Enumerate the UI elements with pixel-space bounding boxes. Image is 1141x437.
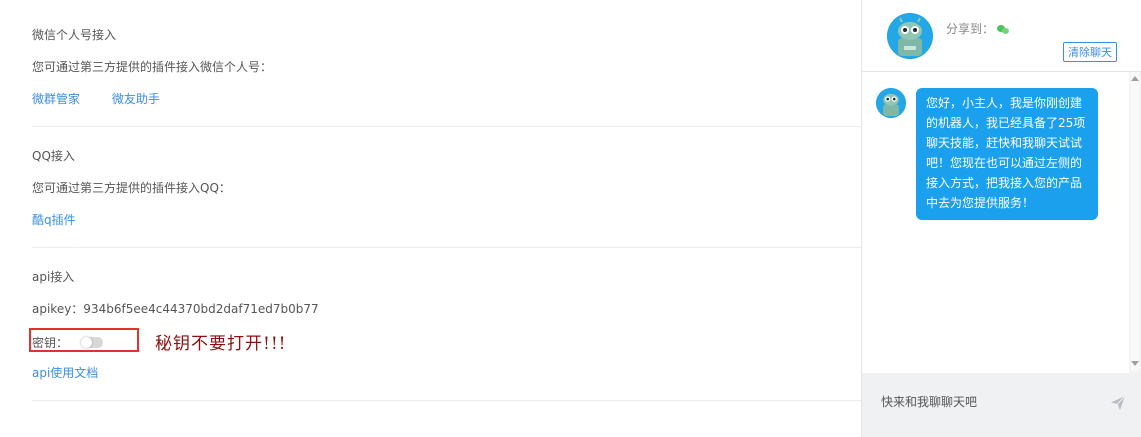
chat-input[interactable] xyxy=(881,395,1101,409)
chat-input-area xyxy=(862,373,1141,437)
bot-avatar-icon xyxy=(876,88,906,118)
api-doc-row: api使用文档 xyxy=(32,364,861,381)
qq-links: 酷q插件 xyxy=(32,211,861,228)
chat-scrollbar[interactable] xyxy=(1129,72,1141,373)
apikey-value: apikey：934b6f5ee4c44370bd2daf71ed7b0b77 xyxy=(32,302,319,316)
divider xyxy=(32,247,861,248)
chat-panel: 分享到： 清除聊天 您好，小主人，我是你刚创建的机器人，我已经具备了25项聊天技… xyxy=(861,0,1141,437)
scroll-down-icon[interactable] xyxy=(1131,361,1139,366)
annotation-warning-text: 秘钥不要打开!!! xyxy=(155,334,287,354)
wechat-links: 微群管家 微友助手 xyxy=(32,90,861,107)
scrollbar-thumb[interactable] xyxy=(1131,72,1139,370)
wechat-desc-row: 您可通过第三方提供的插件接入微信个人号： xyxy=(32,58,861,75)
share-label: 分享到： xyxy=(946,22,995,36)
message-list: 您好，小主人，我是你刚创建的机器人，我已经具备了25项聊天技能，赶快和我聊天试试… xyxy=(862,72,1141,373)
robot-avatar-icon xyxy=(887,13,933,59)
qq-section-title: QQ接入 xyxy=(32,149,75,163)
integration-panel: 微信个人号接入 您可通过第三方提供的插件接入微信个人号： 微群管家 微友助手 Q… xyxy=(0,0,861,437)
send-icon[interactable] xyxy=(1109,394,1127,412)
qq-desc-row: 您可通过第三方提供的插件接入QQ： xyxy=(32,179,861,196)
kuq-plugin-link[interactable]: 酷q插件 xyxy=(32,213,76,227)
bot-message-bubble: 您好，小主人，我是你刚创建的机器人，我已经具备了25项聊天技能，赶快和我聊天试试… xyxy=(916,88,1098,220)
weiqun-guanjia-link[interactable]: 微群管家 xyxy=(32,92,80,106)
scroll-up-icon[interactable] xyxy=(1131,76,1139,81)
api-section: api接入 xyxy=(32,268,861,285)
clear-chat-button[interactable]: 清除聊天 xyxy=(1063,42,1117,62)
chat-header: 分享到： 清除聊天 xyxy=(862,0,1141,72)
apikey-row: apikey：934b6f5ee4c44370bd2daf71ed7b0b77 xyxy=(32,300,861,317)
qq-section: QQ接入 xyxy=(32,147,861,164)
wechat-icon[interactable] xyxy=(997,24,1010,34)
wechat-section: 微信个人号接入 xyxy=(32,26,861,43)
qq-section-desc: 您可通过第三方提供的插件接入QQ： xyxy=(32,181,231,195)
weiyou-zhushou-link[interactable]: 微友助手 xyxy=(112,92,160,106)
divider xyxy=(32,400,861,401)
divider xyxy=(32,126,861,127)
share-row: 分享到： xyxy=(946,20,1010,37)
wechat-section-desc: 您可通过第三方提供的插件接入微信个人号： xyxy=(32,60,273,74)
api-section-title: api接入 xyxy=(32,270,75,284)
api-doc-link[interactable]: api使用文档 xyxy=(32,366,98,380)
annotation-highlight-box xyxy=(29,328,139,352)
wechat-section-title: 微信个人号接入 xyxy=(32,28,117,42)
